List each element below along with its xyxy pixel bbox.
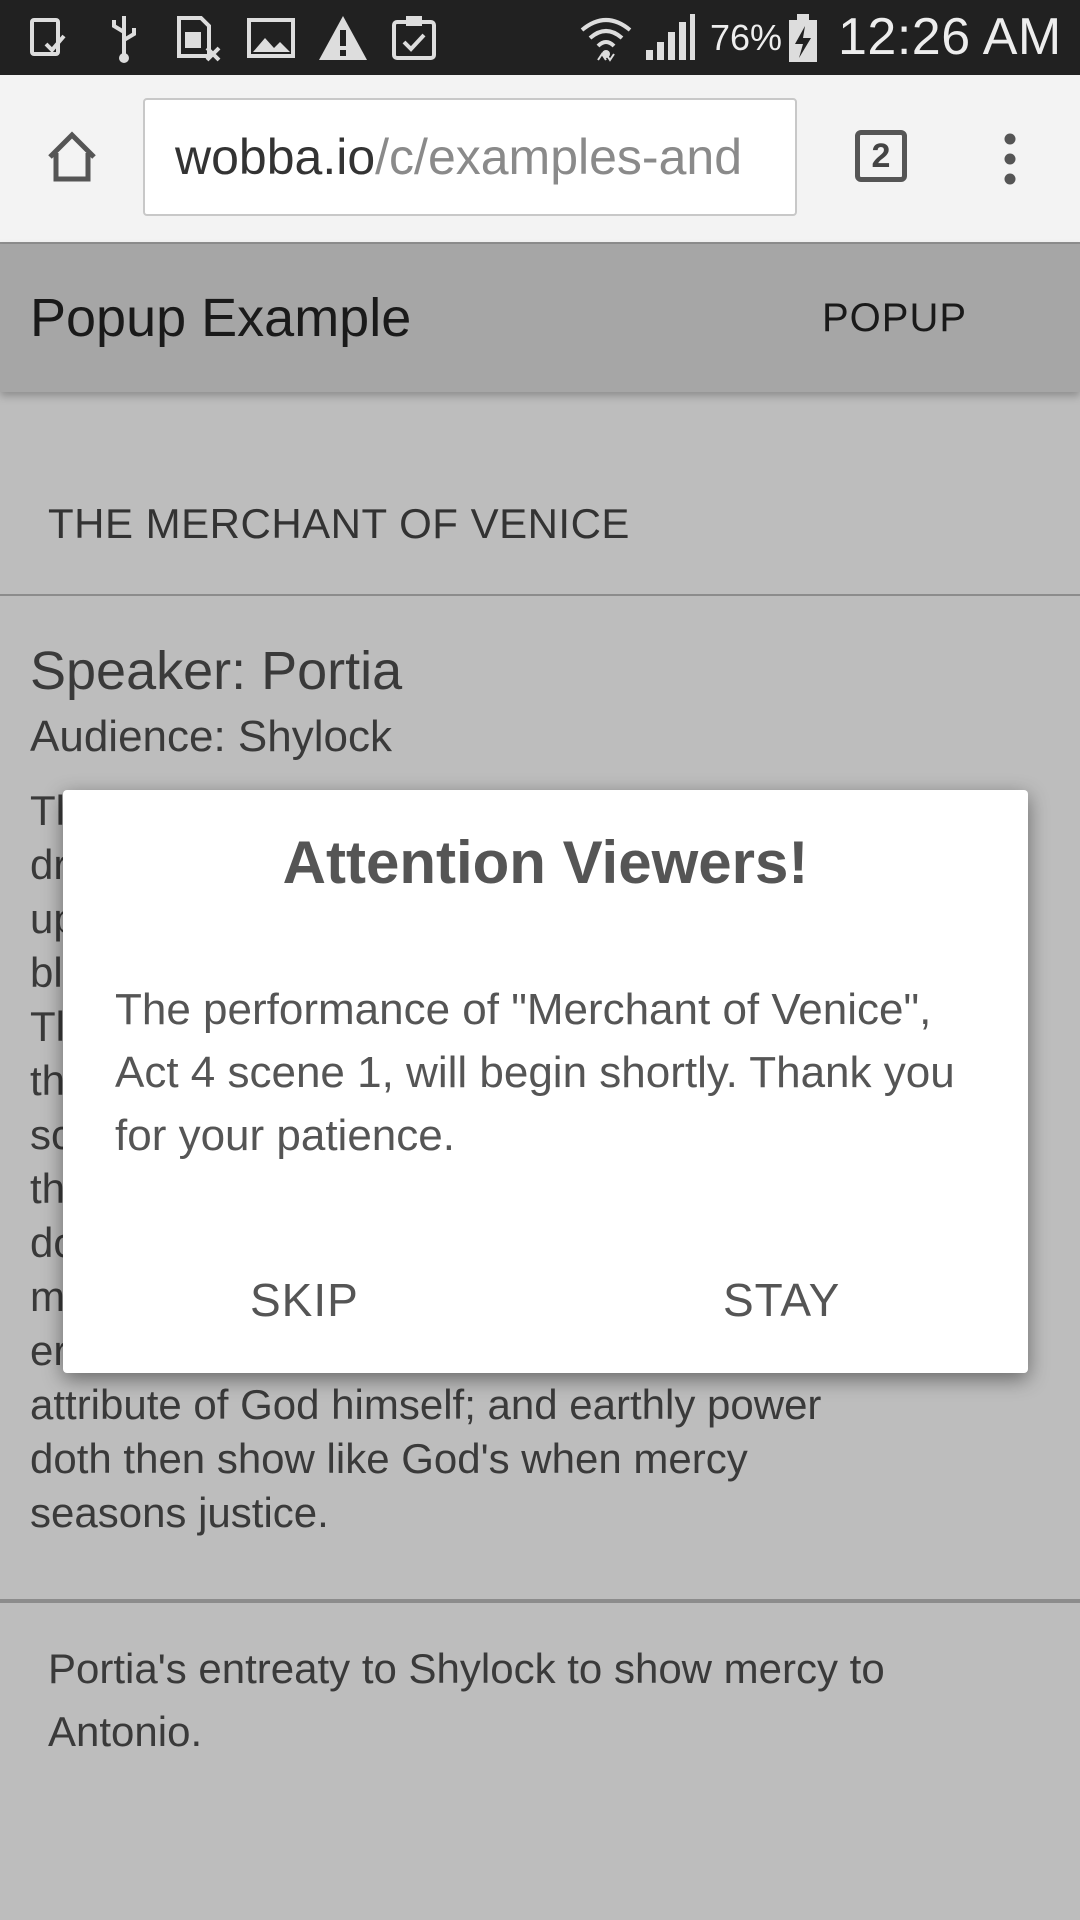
wifi-icon bbox=[578, 10, 634, 66]
dialog-title: Attention Viewers! bbox=[282, 829, 809, 896]
signal-icon bbox=[644, 10, 696, 66]
usb-icon bbox=[106, 10, 142, 66]
skip-button[interactable]: SKIP bbox=[250, 1260, 359, 1340]
warning-icon bbox=[315, 10, 371, 66]
browser-toolbar: wobba.io/c/examples-and 2 bbox=[0, 75, 1080, 244]
speech-line: seasons justice. bbox=[30, 1489, 329, 1536]
speech-line: doth then show like God's when mercy bbox=[30, 1435, 748, 1482]
speech-line: attribute of God himself; and earthly po… bbox=[30, 1381, 822, 1428]
clipboard-check-icon bbox=[390, 10, 438, 66]
sim-card-icon bbox=[175, 10, 223, 66]
battery-percent: 76% bbox=[710, 17, 783, 58]
dialog-message: The performance of "Merchant of Venice",… bbox=[115, 985, 955, 1160]
clock: 12:26 AM bbox=[838, 8, 1062, 66]
status-bar: 76% 12:26 AM bbox=[0, 0, 1080, 75]
popup-button[interactable]: POPUP bbox=[822, 244, 967, 392]
stay-button[interactable]: STAY bbox=[723, 1260, 840, 1340]
tab-switcher-button[interactable]: 2 bbox=[855, 130, 907, 182]
page-title: Popup Example bbox=[30, 288, 412, 348]
screenshot-icon bbox=[28, 10, 68, 66]
url-host: wobba.io bbox=[175, 129, 376, 185]
audience-label: Audience: Shylock bbox=[30, 712, 392, 761]
battery-charging-icon bbox=[785, 10, 821, 66]
image-icon bbox=[245, 10, 297, 66]
summary-text: Portia's entreaty to Shylock to show mer… bbox=[48, 1645, 885, 1755]
app-header: Popup Example POPUP bbox=[0, 244, 1080, 392]
divider bbox=[0, 1599, 1080, 1603]
play-title: THE MERCHANT OF VENICE bbox=[48, 500, 630, 547]
more-options-icon[interactable] bbox=[996, 131, 1024, 187]
home-icon[interactable] bbox=[40, 125, 104, 189]
divider bbox=[0, 594, 1080, 596]
url-bar[interactable]: wobba.io/c/examples-and bbox=[143, 98, 797, 216]
speaker-label: Speaker: Portia bbox=[30, 641, 403, 701]
attention-dialog: Attention Viewers! The performance of "M… bbox=[63, 790, 1028, 1373]
url-path: /c/examples-and bbox=[375, 129, 743, 185]
